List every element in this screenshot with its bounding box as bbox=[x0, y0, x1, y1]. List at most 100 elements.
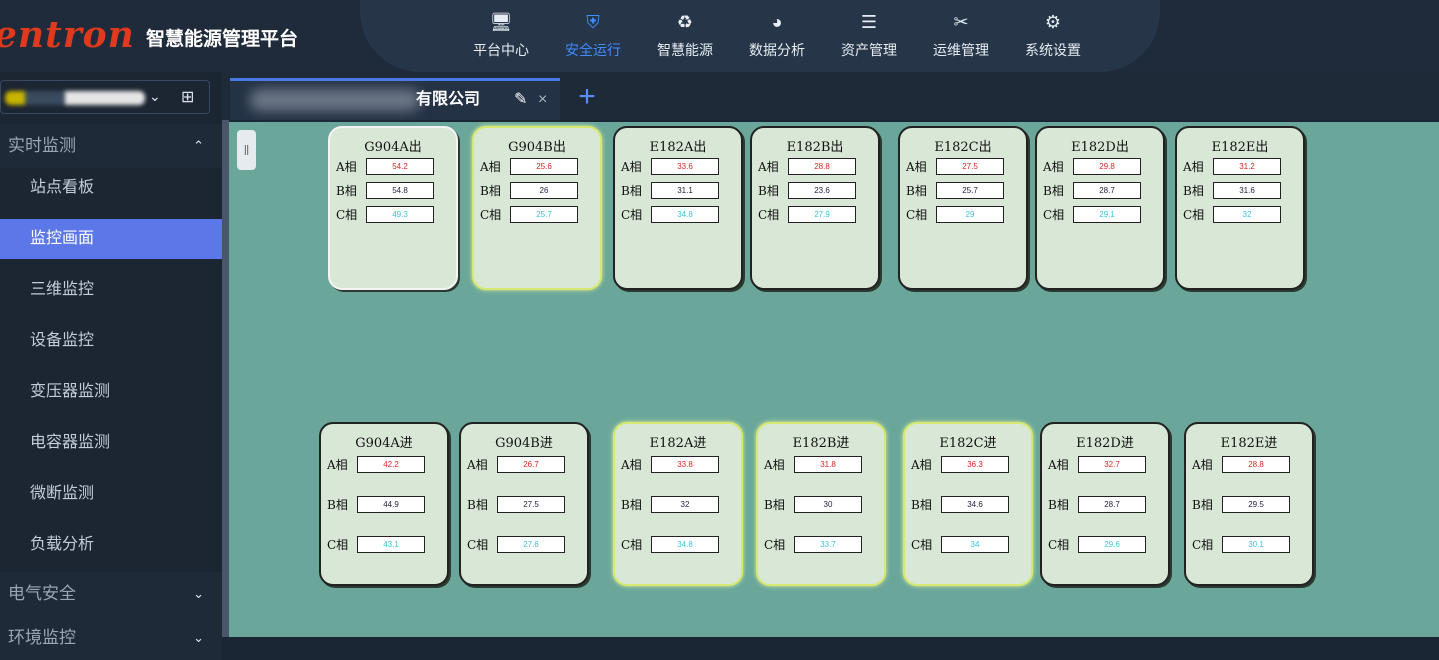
phase-label: B相 bbox=[621, 498, 642, 512]
phase-value-b: 34.6 bbox=[941, 496, 1009, 513]
feeder-title: G904B进 bbox=[495, 436, 553, 451]
sidebar-group-0[interactable]: 实时监测 ⌃ bbox=[0, 124, 222, 168]
pane-toggle-handle[interactable]: ‖ bbox=[237, 130, 256, 170]
phase-row-c: C相 32 bbox=[1183, 206, 1281, 223]
sidebar-item-4[interactable]: 变压器监测 bbox=[0, 372, 222, 412]
phase-value-a: 36.3 bbox=[941, 456, 1009, 473]
phase-row-c: C相 49.3 bbox=[336, 206, 434, 223]
phase-row-b: B相 28.7 bbox=[1048, 496, 1146, 513]
feeder-panel[interactable]: E182A进 A相 33.8 B相 32 C相 34.8 bbox=[613, 422, 743, 586]
feeder-panel[interactable]: E182B出 A相 28.8 B相 23.6 C相 27.9 bbox=[750, 126, 880, 290]
canvas-scroll-edge bbox=[222, 120, 229, 637]
monitor-icon: 🖥 bbox=[489, 11, 513, 32]
phase-row-a: A相 25.6 bbox=[480, 158, 578, 175]
tab-company[interactable]: 有限公司 ✎ × bbox=[230, 78, 560, 120]
phase-value-c: 33.7 bbox=[794, 536, 862, 553]
phase-row-b: B相 34.6 bbox=[911, 496, 1009, 513]
feeder-panel[interactable]: G904B出 A相 25.6 B相 26 C相 25.7 bbox=[472, 126, 602, 290]
close-icon[interactable]: × bbox=[538, 81, 547, 119]
phase-label: C相 bbox=[1043, 208, 1065, 222]
nav-item-2[interactable]: ♻ 智慧能源 bbox=[639, 10, 731, 64]
phase-value-b: 54.8 bbox=[366, 182, 434, 199]
organization-name-redacted bbox=[5, 91, 145, 105]
phase-value-a: 28.8 bbox=[1222, 456, 1290, 473]
chevron-up-icon: ⌃ bbox=[193, 138, 204, 153]
phase-row-a: A相 28.8 bbox=[758, 158, 856, 175]
feeder-panel[interactable]: E182E进 A相 28.8 B相 29.5 C相 30.1 bbox=[1184, 422, 1314, 586]
phase-row-c: C相 34 bbox=[911, 536, 1009, 553]
feeder-panel[interactable]: G904A进 A相 42.2 B相 44.9 C相 43.1 bbox=[319, 422, 449, 586]
phase-value-c: 25.7 bbox=[510, 206, 578, 223]
phase-label: C相 bbox=[621, 538, 643, 552]
phase-label: A相 bbox=[327, 458, 348, 472]
phase-row-c: C相 33.7 bbox=[764, 536, 862, 553]
feeder-panel[interactable]: E182C出 A相 27.5 B相 25.7 C相 29 bbox=[898, 126, 1028, 290]
brand-logo: entron bbox=[0, 14, 135, 56]
add-tab-button[interactable]: + bbox=[570, 78, 604, 118]
phase-label: C相 bbox=[1192, 538, 1214, 552]
nav-item-0[interactable]: 🖥 平台中心 bbox=[455, 10, 547, 64]
nav-item-1[interactable]: ⛨ 安全运行 bbox=[547, 10, 639, 64]
sidebar-group-1[interactable]: 电气安全 ⌄ bbox=[0, 572, 222, 616]
phase-row-c: C相 34.8 bbox=[621, 536, 719, 553]
feeder-title: E182A进 bbox=[649, 436, 707, 451]
sidebar-item-5[interactable]: 电容器监测 bbox=[0, 423, 222, 463]
phase-value-c: 29 bbox=[936, 206, 1004, 223]
chevron-down-icon: ⌄ bbox=[193, 586, 204, 601]
phase-value-c: 34 bbox=[941, 536, 1009, 553]
phase-row-c: C相 25.7 bbox=[480, 206, 578, 223]
phase-label: B相 bbox=[336, 184, 357, 198]
feeder-title: E182E出 bbox=[1211, 140, 1269, 155]
phase-label: B相 bbox=[1048, 498, 1069, 512]
chevron-down-icon: ⌄ bbox=[193, 630, 204, 645]
nav-item-3[interactable]: ◕ 数据分析 bbox=[731, 10, 823, 64]
phase-value-c: 32 bbox=[1213, 206, 1281, 223]
sidebar-item-6[interactable]: 微断监测 bbox=[0, 474, 222, 514]
feeder-title: G904B出 bbox=[508, 140, 566, 155]
phase-row-b: B相 44.9 bbox=[327, 496, 425, 513]
chevron-down-icon[interactable]: ⌄ bbox=[149, 88, 161, 105]
phase-value-a: 28.8 bbox=[788, 158, 856, 175]
nav-item-4[interactable]: ☰ 资产管理 bbox=[823, 10, 915, 64]
sidebar-item-3[interactable]: 设备监控 bbox=[0, 321, 222, 361]
feeder-panel[interactable]: G904A出 A相 54.2 B相 54.8 C相 49.3 bbox=[328, 126, 458, 290]
nav-item-5[interactable]: ✂ 运维管理 bbox=[915, 10, 1007, 64]
grid-icon[interactable]: ⊞ bbox=[181, 87, 194, 107]
feeder-panel[interactable]: E182D进 A相 32.7 B相 28.7 C相 29.6 bbox=[1040, 422, 1170, 586]
phase-value-b: 28.7 bbox=[1078, 496, 1146, 513]
feeder-title: E182C进 bbox=[939, 436, 997, 451]
nav-item-label: 智慧能源 bbox=[657, 42, 713, 58]
phase-row-c: C相 30.1 bbox=[1192, 536, 1290, 553]
tab-label: 有限公司 bbox=[416, 91, 481, 108]
feeder-panel[interactable]: E182A出 A相 33.6 B相 31.1 C相 34.8 bbox=[613, 126, 743, 290]
phase-row-a: A相 27.5 bbox=[906, 158, 1004, 175]
phase-value-c: 43.1 bbox=[357, 536, 425, 553]
feeder-panel[interactable]: E182E出 A相 31.2 B相 31.6 C相 32 bbox=[1175, 126, 1305, 290]
phase-label: C相 bbox=[480, 208, 502, 222]
feeder-panel[interactable]: E182B进 A相 31.8 B相 30 C相 33.7 bbox=[756, 422, 886, 586]
phase-label: A相 bbox=[621, 160, 642, 174]
sidebar-group-2[interactable]: 环境监控 ⌄ bbox=[0, 616, 222, 660]
phase-label: A相 bbox=[467, 458, 488, 472]
phase-row-b: B相 31.1 bbox=[621, 182, 719, 199]
feeder-panel[interactable]: E182C进 A相 36.3 B相 34.6 C相 34 bbox=[903, 422, 1033, 586]
feeder-panel[interactable]: G904B进 A相 26.7 B相 27.5 C相 27.6 bbox=[459, 422, 589, 586]
sidebar-item-1[interactable]: 监控画面 bbox=[0, 219, 222, 259]
phase-row-a: A相 36.3 bbox=[911, 456, 1009, 473]
sidebar-item-2[interactable]: 三维监控 bbox=[0, 270, 222, 310]
nav-item-label: 平台中心 bbox=[473, 42, 529, 58]
edit-icon[interactable]: ✎ bbox=[514, 81, 527, 119]
phase-row-a: A相 26.7 bbox=[467, 456, 565, 473]
sidebar-item-0[interactable]: 站点看板 bbox=[0, 168, 222, 208]
phase-row-c: C相 27.9 bbox=[758, 206, 856, 223]
feeder-panel[interactable]: E182D出 A相 29.8 B相 28.7 C相 29.1 bbox=[1035, 126, 1165, 290]
phase-label: C相 bbox=[621, 208, 643, 222]
phase-row-c: C相 43.1 bbox=[327, 536, 425, 553]
pie-chart-icon: ◕ bbox=[771, 11, 783, 32]
organization-select[interactable]: ⌄ ⊞ bbox=[0, 80, 210, 114]
sidebar-group-label: 实时监测 bbox=[8, 136, 76, 155]
phase-row-a: A相 33.6 bbox=[621, 158, 719, 175]
phase-row-a: A相 54.2 bbox=[336, 158, 434, 175]
sidebar-item-7[interactable]: 负载分析 bbox=[0, 525, 222, 565]
nav-item-6[interactable]: ⚙ 系统设置 bbox=[1007, 10, 1099, 64]
